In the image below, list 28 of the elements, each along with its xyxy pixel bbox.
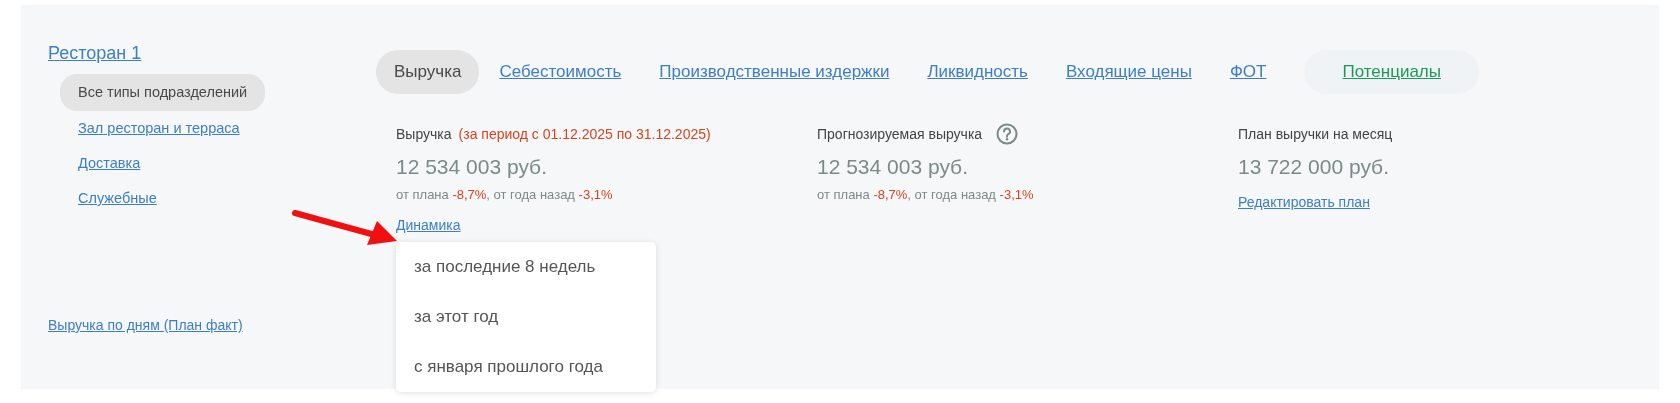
help-icon[interactable] <box>996 123 1019 145</box>
metric-value: 12 534 003 руб. <box>817 155 969 179</box>
menu-item[interactable]: за этот год <box>396 292 656 342</box>
period-label: (за период с 01.12.2025 по 31.12.2025) <box>458 126 711 142</box>
subdivision-filter[interactable]: Все типы подразделений <box>60 74 266 111</box>
metric-value: 13 722 000 руб. <box>1238 155 1390 179</box>
metric-value: 12 534 003 руб. <box>396 155 548 179</box>
tab[interactable]: Выручка <box>376 50 480 94</box>
metric-link[interactable]: Динамика <box>396 217 461 233</box>
tab[interactable]: Потенциалы <box>1304 50 1479 94</box>
subdivision-filter[interactable]: Зал ресторан и терраса <box>60 117 258 140</box>
tab[interactable]: Производственные издержки <box>659 50 908 94</box>
menu-item[interactable]: за последние 8 недель <box>396 242 656 292</box>
metric-title: Прогнозируемая выручка <box>817 126 983 142</box>
subdivision-filter[interactable]: Доставка <box>60 152 159 175</box>
tab[interactable]: Входящие цены <box>1065 50 1210 94</box>
metric-link[interactable]: Редактировать план <box>1238 194 1370 210</box>
subdivision-filter[interactable]: Служебные <box>60 187 175 210</box>
deviation-text: от плана -8,7%, от года назад -3,1% <box>396 187 614 202</box>
report-link[interactable]: Выручка по дням (План факт) <box>48 317 243 333</box>
metric-title: Выручка <box>396 126 452 142</box>
menu-item[interactable]: с января прошлого года <box>396 342 656 392</box>
restaurant-link[interactable]: Ресторан 1 <box>48 43 142 64</box>
tab[interactable]: ФОТ <box>1229 50 1285 94</box>
tab[interactable]: Ликвидность <box>927 50 1046 94</box>
deviation-text: от плана -8,7%, от года назад -3,1% <box>817 187 1035 202</box>
metric-title: План выручки на месяц <box>1238 126 1393 142</box>
tab[interactable]: Себестоимость <box>499 50 640 94</box>
